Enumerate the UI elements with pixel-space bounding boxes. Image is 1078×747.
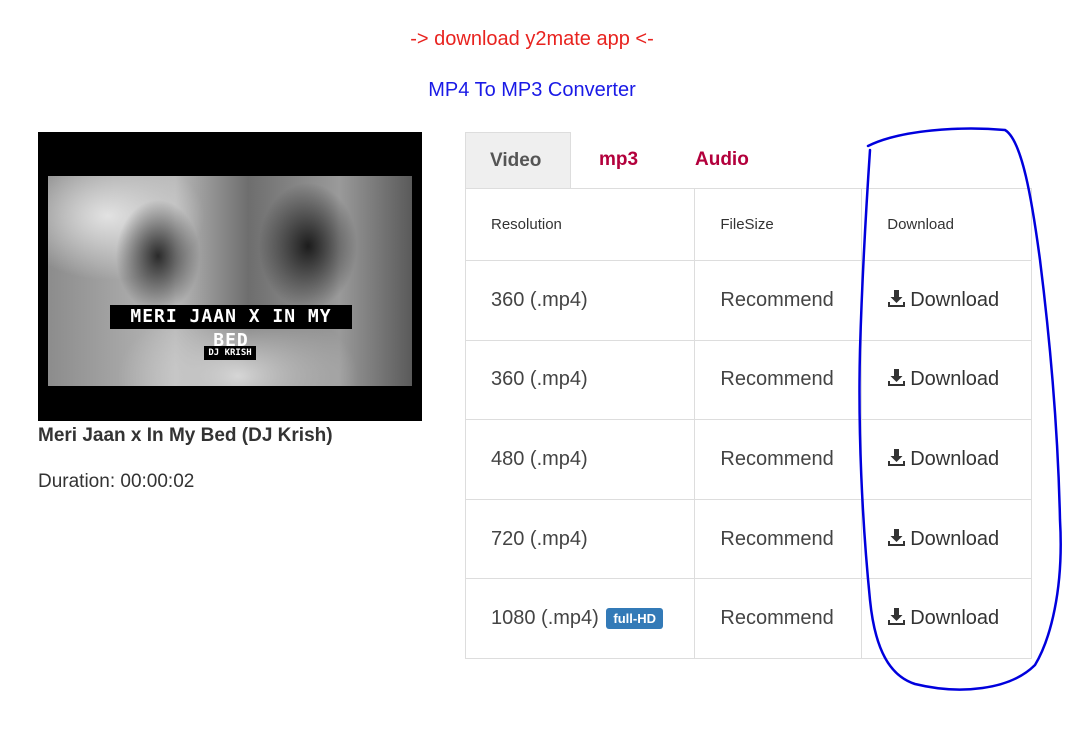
header-resolution: Resolution [464, 188, 696, 261]
filesize-cell: Recommend [694, 498, 863, 580]
resolution-cell: 360 (.mp4) [464, 260, 696, 341]
download-app-link[interactable]: -> download y2mate app <- [0, 28, 1064, 51]
download-icon [888, 369, 906, 387]
table-row: 360 (.mp4) Recommend Download [464, 339, 1032, 421]
thumbnail-overlay-title: MERI JAAN X IN MY BED [110, 305, 352, 351]
download-button[interactable]: Download [887, 289, 999, 311]
video-duration: Duration: 00:00:02 [38, 471, 195, 492]
resolution-cell: 360 (.mp4) [464, 339, 696, 421]
header-download: Download [861, 188, 1032, 261]
resolution-label: 360 (.mp4) [491, 288, 588, 311]
video-thumbnail: MERI JAAN X IN MY BED DJ KRISH [38, 132, 422, 421]
download-icon [888, 608, 906, 626]
download-label: Download [910, 607, 1000, 630]
full-hd-badge: full-HD [606, 608, 664, 630]
resolution-cell: 1080 (.mp4) full-HD [464, 578, 696, 659]
tab-mp3[interactable]: mp3 [575, 132, 662, 188]
download-label: Download [910, 368, 1000, 391]
resolution-cell: 480 (.mp4) [464, 419, 696, 500]
formats-table: Resolution FileSize Download 360 (.mp4) … [464, 188, 1032, 659]
table-row: 360 (.mp4) Recommend Download [464, 260, 1032, 341]
thumbnail-overlay-sub: DJ KRISH [204, 346, 256, 360]
tab-video[interactable]: Video [465, 132, 571, 188]
download-cell: Download [861, 339, 1032, 421]
download-icon [888, 528, 906, 546]
filesize-cell: Recommend [694, 578, 863, 659]
download-button[interactable]: Download [887, 607, 999, 629]
table-header-row: Resolution FileSize Download [464, 188, 1032, 261]
download-label: Download [910, 447, 1000, 470]
download-icon [888, 448, 906, 466]
download-cell: Download [861, 498, 1032, 580]
resolution-label: 360 (.mp4) [491, 368, 588, 391]
download-button[interactable]: Download [887, 368, 999, 390]
tab-audio[interactable]: Audio [671, 132, 773, 188]
table-row: 720 (.mp4) Recommend Download [464, 498, 1032, 580]
download-cell: Download [861, 260, 1032, 341]
download-button[interactable]: Download [887, 528, 999, 550]
download-label: Download [910, 288, 1000, 311]
resolution-label: 480 (.mp4) [491, 447, 588, 470]
table-row: 1080 (.mp4) full-HD Recommend Download [464, 578, 1032, 659]
download-cell: Download [861, 578, 1032, 659]
resolution-cell: 720 (.mp4) [464, 498, 696, 580]
filesize-cell: Recommend [694, 339, 863, 421]
header-filesize: FileSize [694, 188, 863, 261]
format-tabs: Video mp3 Audio [465, 132, 1031, 188]
mp4-to-mp3-link[interactable]: MP4 To MP3 Converter [0, 79, 1064, 102]
download-cell: Download [861, 419, 1032, 500]
filesize-cell: Recommend [694, 260, 863, 341]
resolution-label: 1080 (.mp4) [491, 607, 599, 630]
filesize-cell: Recommend [694, 419, 863, 500]
table-row: 480 (.mp4) Recommend Download [464, 419, 1032, 500]
video-title: Meri Jaan x In My Bed (DJ Krish) [38, 425, 333, 446]
download-icon [888, 289, 906, 307]
download-label: Download [910, 527, 1000, 550]
download-button[interactable]: Download [887, 448, 999, 470]
resolution-label: 720 (.mp4) [491, 527, 588, 550]
